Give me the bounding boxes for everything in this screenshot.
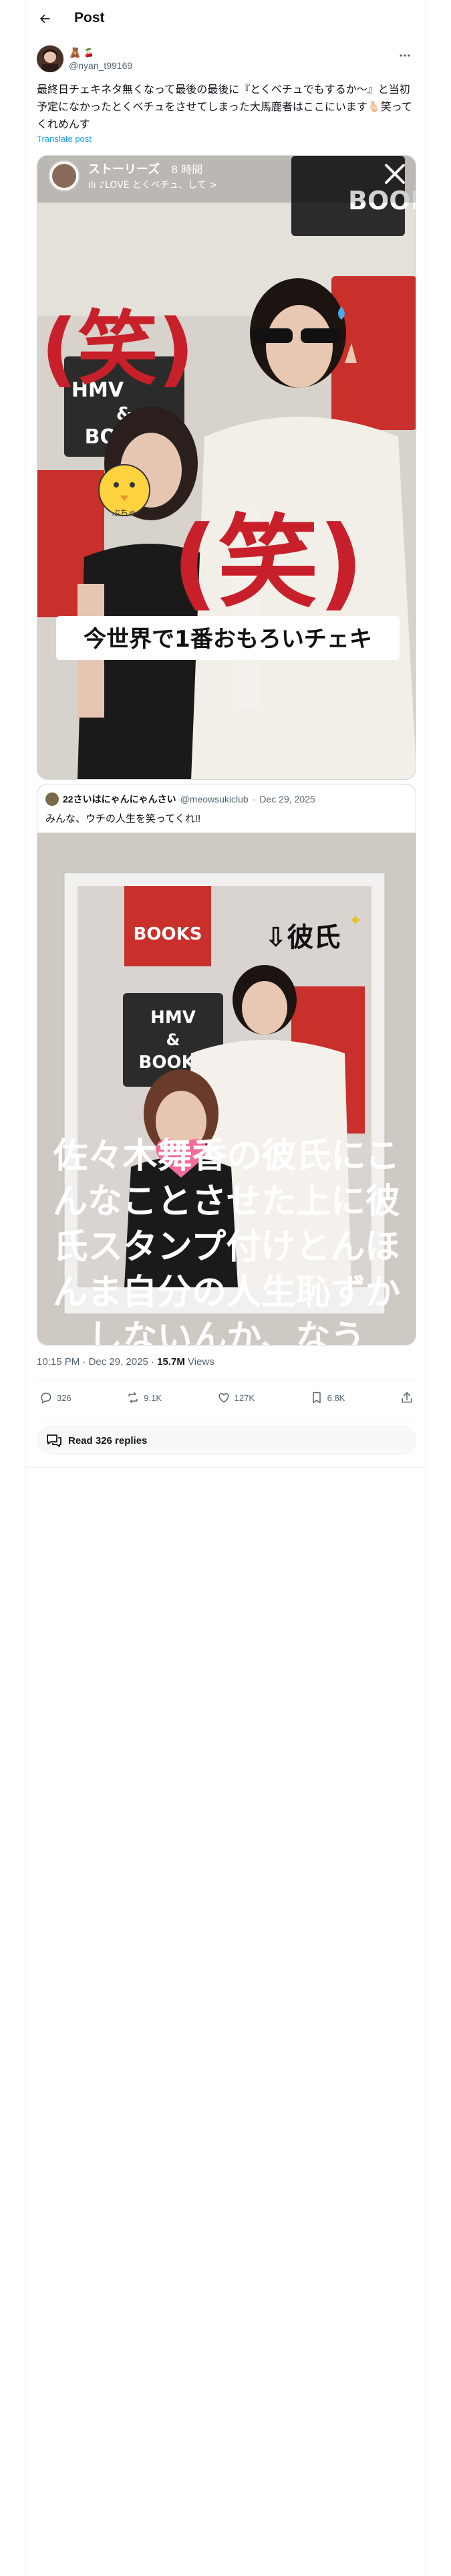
quote-avatar xyxy=(45,792,59,806)
post-timestamp: 10:15 PM · Dec 29, 2025 · 15.7M Views xyxy=(37,1356,214,1368)
post-time[interactable]: 10:15 PM xyxy=(37,1356,80,1368)
like-icon xyxy=(218,1392,229,1403)
laugh-mark-2: (笑) xyxy=(172,505,363,621)
back-arrow-icon xyxy=(40,14,50,23)
reply-button[interactable]: 326 xyxy=(39,1391,71,1404)
page-title: Post xyxy=(74,10,105,25)
repost-icon xyxy=(128,1392,138,1404)
sparkle-icon: ✦ xyxy=(348,911,363,931)
share-icon xyxy=(402,1392,412,1403)
more-icon xyxy=(400,54,410,57)
author-row: 🧸 🍒 @nyan_t99169 xyxy=(37,45,415,75)
quote-sign-hmv: HMV xyxy=(150,1008,196,1028)
share-button[interactable] xyxy=(400,1391,414,1404)
bookmark-button[interactable]: 6.8K xyxy=(310,1391,345,1404)
post-date[interactable]: Dec 29, 2025 xyxy=(89,1356,148,1368)
quote-text: みんな、ウチの人生を笑ってくれ!! xyxy=(45,813,201,825)
image-caption: 今世界で1番おもろいチェキ xyxy=(84,626,372,653)
page: Post 🧸 🍒 @nyan_t99169 最終日チェキネタ無くなって最後の最後… xyxy=(0,0,451,2576)
meta-dot-2: · xyxy=(150,1356,158,1368)
arrow-label: ⇩彼氏 xyxy=(265,922,341,953)
divider xyxy=(26,1467,426,1468)
story-music: ılı ♪LOVE とくベチュ、して > xyxy=(88,180,217,191)
action-bar: 326 9.1K 127K 6.8K xyxy=(37,1379,416,1416)
back-button[interactable] xyxy=(33,7,57,31)
more-button[interactable] xyxy=(395,45,415,66)
chat-bubbles-icon xyxy=(47,1434,61,1447)
quote-name: 22さいはにゃんにゃんさい xyxy=(63,794,176,804)
quoted-post[interactable]: 22さいはにゃんにゃんさい @meowsukiclub · Dec 29, 20… xyxy=(37,784,416,1346)
quote-handle: @meowsukiclub xyxy=(180,794,249,804)
quote-sign-amp: & xyxy=(166,1031,180,1049)
tweet-image[interactable]: BOOKS HMV & BOOKS ぶちゅ xyxy=(37,155,416,780)
repost-button[interactable]: 9.1K xyxy=(126,1391,162,1404)
quote-dot: · xyxy=(252,794,256,804)
reply-count: 326 xyxy=(57,1392,71,1403)
avatar[interactable] xyxy=(37,45,63,72)
translate-link[interactable]: Translate post xyxy=(37,134,92,144)
story-label: ストーリーズ xyxy=(88,162,160,177)
name-badge: 🍒 xyxy=(84,48,94,58)
like-button[interactable]: 127K xyxy=(217,1391,255,1404)
sticker-text: ぶちゅ xyxy=(112,508,136,518)
like-count: 127K xyxy=(234,1392,255,1403)
read-replies-label: Read 326 replies xyxy=(68,1434,148,1446)
quote-sign-books: BOOKS xyxy=(134,924,202,944)
meta-dot: · xyxy=(82,1356,89,1368)
quote-overlay-text: 佐々木舞香の彼氏にこんなことさせた上に彼氏スタンプ付けとんほんま自分の人生恥ずか… xyxy=(52,1136,400,1346)
repost-count: 9.1K xyxy=(144,1392,162,1403)
tweet-text: 最終日チェキネタ無くなって最後の最後に『とくベチュでもするか〜』と当初予定になか… xyxy=(37,84,413,130)
quote-date: Dec 29, 2025 xyxy=(259,794,315,804)
laugh-mark-1: (笑) xyxy=(41,303,194,396)
quote-header: 22さいはにゃんにゃんさい @meowsukiclub · Dec 29, 20… xyxy=(45,792,408,806)
main-column: Post 🧸 🍒 @nyan_t99169 最終日チェキネタ無くなって最後の最後… xyxy=(25,0,426,2576)
quote-image: BOOKS HMV & BOOKS ⇩彼氏 ✦ 佐々木舞香の彼氏にこんなことさせ… xyxy=(37,833,416,1346)
top-bar: Post xyxy=(26,0,426,37)
reply-icon xyxy=(41,1392,51,1404)
user-handle[interactable]: @nyan_t99169 xyxy=(69,60,132,71)
display-name[interactable]: 🧸 🍒 xyxy=(69,47,94,59)
bookmark-count: 6.8K xyxy=(327,1392,345,1403)
views-count: 15.7M xyxy=(157,1356,185,1368)
read-replies-button[interactable]: Read 326 replies xyxy=(37,1426,416,1455)
story-time: 8 時間 xyxy=(171,163,202,176)
views-label: Views xyxy=(188,1356,214,1368)
name-emoji: 🧸 xyxy=(69,47,82,59)
bookmark-icon xyxy=(312,1392,321,1404)
